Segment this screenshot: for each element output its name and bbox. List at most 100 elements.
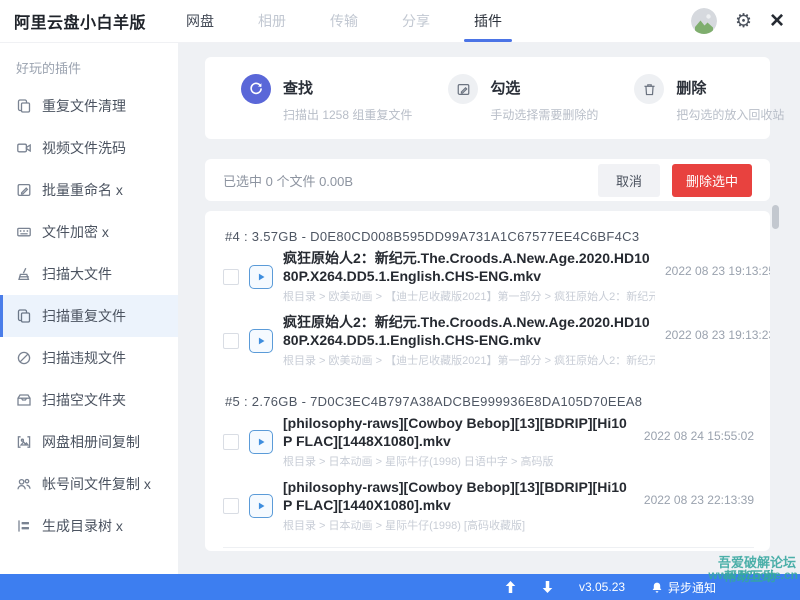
list-item: [philosophy-raws][Cowboy Bebop][13][BDRI… — [223, 415, 754, 469]
sidebar-item-label: 扫描违规文件 — [42, 348, 126, 368]
group-header: #4 : 3.57GB - D0E80CD008B595DD99A731A1C6… — [225, 229, 754, 244]
sidebar-item-batch-rename[interactable]: 批量重命名 x — [0, 169, 178, 211]
sidebar-item-label: 扫描重复文件 — [42, 306, 126, 326]
upload-icon[interactable] — [505, 581, 516, 593]
scrollbar-thumb[interactable] — [772, 205, 779, 229]
step-label: 查找 — [283, 74, 412, 104]
list-item: [philosophy-raws][Cowboy Bebop][13][BDRI… — [223, 479, 754, 533]
file-time: 2022 08 23 22:13:39 — [644, 493, 754, 507]
edit-icon — [448, 74, 478, 104]
cancel-button[interactable]: 取消 — [598, 164, 660, 197]
sidebar-item-label: 网盘相册间复制 — [42, 432, 140, 452]
sidebar-item-directory-tree[interactable]: 生成目录树 x — [0, 505, 178, 547]
step-delete: 删除 把勾选的放入回收站 — [634, 74, 784, 123]
duplicate-list: #4 : 3.57GB - D0E80CD008B595DD99A731A1C6… — [205, 211, 770, 551]
delete-selected-button[interactable]: 删除选中 — [672, 164, 752, 197]
sidebar-item-label: 批量重命名 x — [42, 180, 123, 200]
selection-bar: 已选中 0 个文件 0.00B 取消 删除选中 — [205, 159, 770, 201]
avatar-image — [691, 8, 717, 34]
file-path: 根目录 > 欧美动画 > 【迪士尼收藏版2021】第一部分 > 疯狂原始人2：新… — [283, 288, 655, 304]
file-checkbox[interactable] — [223, 434, 239, 450]
sidebar: 好玩的插件 重复文件清理 视频文件洗码 批量重命名 x 文件加密 x 扫描大文件… — [0, 42, 178, 574]
settings-icon[interactable]: ⚙ — [735, 12, 752, 31]
play-icon[interactable] — [249, 494, 273, 518]
refresh-icon — [241, 74, 271, 104]
sidebar-item-scan-violation[interactable]: 扫描违规文件 — [0, 337, 178, 379]
sidebar-item-duplicate-clean[interactable]: 重复文件清理 — [0, 85, 178, 127]
file-checkbox[interactable] — [223, 269, 239, 285]
nav-tab-album[interactable]: 相册 — [258, 0, 286, 42]
trash-icon — [634, 74, 664, 104]
edit-icon — [16, 182, 32, 198]
sidebar-item-label: 帐号间文件复制 x — [42, 474, 151, 494]
step-desc: 扫描出 1258 组重复文件 — [283, 106, 412, 123]
file-name: 疯狂原始人2：新纪元.The.Croods.A.New.Age.2020.HD1… — [283, 314, 655, 349]
file-path: 根目录 > 日本动画 > 星际牛仔(1998) 日语中字 > 高码版 — [283, 453, 634, 469]
file-name: [philosophy-raws][Cowboy Bebop][13][BDRI… — [283, 415, 634, 450]
nav-tab-transfer[interactable]: 传输 — [330, 0, 358, 42]
main-panel: 查找 扫描出 1258 组重复文件 勾选 手动选择需要删除的 — [178, 42, 800, 574]
people-icon — [16, 476, 32, 492]
sidebar-item-account-copy[interactable]: 帐号间文件复制 x — [0, 463, 178, 505]
play-triangle — [254, 499, 268, 513]
group-header: #5 : 2.76GB - 7D0C3EC4B797A38ADCBE999936… — [225, 394, 754, 409]
step-desc: 手动选择需要删除的 — [490, 106, 598, 123]
step-label: 删除 — [676, 74, 784, 104]
keypad-icon — [16, 224, 32, 240]
sidebar-item-label: 视频文件洗码 — [42, 138, 126, 158]
sidebar-item-scan-empty-folder[interactable]: 扫描空文件夹 — [0, 379, 178, 421]
step-check: 勾选 手动选择需要删除的 — [448, 74, 598, 123]
main-nav: 网盘 相册 传输 分享 插件 — [186, 0, 502, 42]
file-checkbox[interactable] — [223, 333, 239, 349]
sidebar-item-label: 扫描空文件夹 — [42, 390, 126, 410]
list-item: 疯狂原始人2：新纪元.The.Croods.A.New.Age.2020.HD1… — [223, 250, 754, 304]
step-find: 查找 扫描出 1258 组重复文件 — [241, 74, 412, 123]
bell-icon — [651, 581, 663, 593]
sidebar-item-scan-duplicate[interactable]: 扫描重复文件 — [0, 295, 178, 337]
sidebar-item-label: 文件加密 x — [42, 222, 109, 242]
play-icon[interactable] — [249, 329, 273, 353]
steps-card: 查找 扫描出 1258 组重复文件 勾选 手动选择需要删除的 — [205, 57, 770, 139]
nav-tab-plugins[interactable]: 插件 — [474, 0, 502, 42]
play-triangle — [254, 270, 268, 284]
user-avatar[interactable] — [691, 8, 717, 34]
version-label: v3.05.23 — [579, 580, 625, 594]
app-title: 阿里云盘小白羊版 — [14, 9, 146, 33]
sidebar-item-label: 生成目录树 x — [42, 516, 123, 536]
sidebar-item-file-encrypt[interactable]: 文件加密 x — [0, 211, 178, 253]
file-checkbox[interactable] — [223, 498, 239, 514]
play-icon[interactable] — [249, 430, 273, 454]
list-footer-divider — [223, 547, 754, 551]
album-copy-icon — [16, 434, 32, 450]
file-time: 2022 08 23 19:13:23 — [665, 328, 770, 342]
step-desc: 把勾选的放入回收站 — [676, 106, 784, 123]
play-icon[interactable] — [249, 265, 273, 289]
nav-tab-netdisk[interactable]: 网盘 — [186, 0, 214, 42]
sidebar-item-video-wash[interactable]: 视频文件洗码 — [0, 127, 178, 169]
file-name: 疯狂原始人2：新纪元.The.Croods.A.New.Age.2020.HD1… — [283, 250, 655, 285]
duplicate-group: #5 : 2.76GB - 7D0C3EC4B797A38ADCBE999936… — [223, 378, 754, 533]
selection-summary: 已选中 0 个文件 0.00B — [223, 171, 353, 190]
download-icon[interactable] — [542, 581, 553, 593]
file-path: 根目录 > 日本动画 > 星际牛仔(1998) [高码收藏版] — [283, 517, 634, 533]
async-notify-toggle[interactable]: 异步通知 — [651, 579, 716, 596]
tree-list-icon — [16, 518, 32, 534]
sidebar-header: 好玩的插件 — [0, 42, 178, 85]
list-item: 疯狂原始人2：新纪元.The.Croods.A.New.Age.2020.HD1… — [223, 314, 754, 368]
empty-box-icon — [16, 392, 32, 408]
nav-tab-share[interactable]: 分享 — [402, 0, 430, 42]
duplicate-group: #4 : 3.57GB - D0E80CD008B595DD99A731A1C6… — [223, 213, 754, 368]
file-path: 根目录 > 欧美动画 > 【迪士尼收藏版2021】第一部分 > 疯狂原始人2：新… — [283, 352, 655, 368]
async-notify-label: 异步通知 — [668, 579, 716, 596]
sidebar-item-album-copy[interactable]: 网盘相册间复制 — [0, 421, 178, 463]
status-bar: v3.05.23 异步通知 — [0, 574, 800, 600]
close-icon[interactable]: × — [770, 9, 784, 33]
file-time: 2022 08 24 15:55:02 — [644, 429, 754, 443]
sidebar-item-scan-large[interactable]: 扫描大文件 — [0, 253, 178, 295]
file-time: 2022 08 23 19:13:25 — [665, 264, 770, 278]
file-name: [philosophy-raws][Cowboy Bebop][13][BDRI… — [283, 479, 634, 514]
play-triangle — [254, 435, 268, 449]
ban-icon — [16, 350, 32, 366]
title-bar: 阿里云盘小白羊版 网盘 相册 传输 分享 插件 ⚙ × — [0, 0, 800, 43]
step-label: 勾选 — [490, 74, 598, 104]
